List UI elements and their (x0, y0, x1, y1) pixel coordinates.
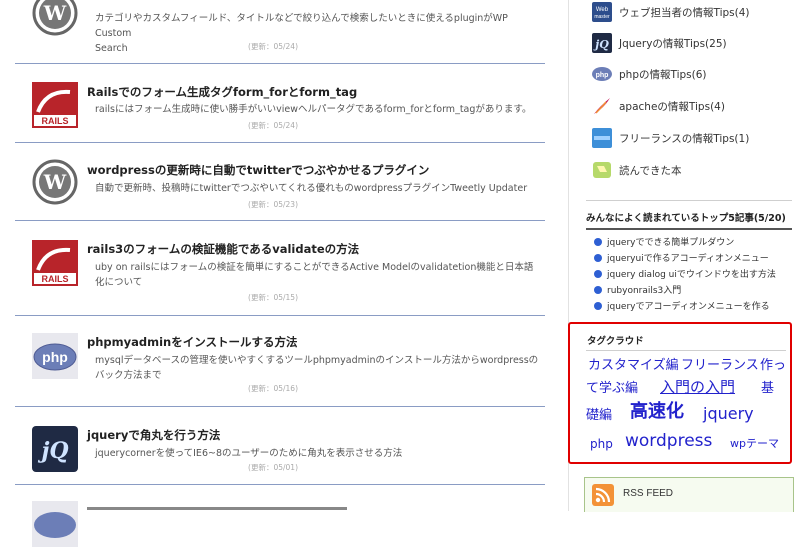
tag-link[interactable]: 高速化 (630, 403, 684, 421)
svg-text:php: php (596, 72, 609, 79)
post-date: (更新：05/15) (248, 293, 298, 302)
svg-text:RAILS: RAILS (42, 274, 69, 284)
webmaster-icon: Web master (592, 2, 612, 22)
wordpress-logo-icon[interactable]: W (32, 159, 78, 205)
php-icon: php (592, 67, 612, 81)
category-label[interactable]: 読んできた本 (619, 163, 681, 178)
bullet-icon (594, 238, 602, 246)
ranking-item[interactable]: jqueryuiで作るアコーディオンメニュー (594, 251, 769, 264)
post-separator (15, 484, 545, 485)
rss-label[interactable]: RSS FEED (623, 488, 673, 499)
ranking-title: みんなによく読まれているトップ5記事(5/20) (586, 213, 786, 224)
post-date: (更新：05/01) (248, 463, 298, 472)
post-title[interactable]: Railsでのフォーム生成タグform_forとform_tag (87, 84, 357, 100)
bullet-icon (594, 302, 602, 310)
post-description: uby on railsにはフォームの検証を簡単にすることができるActive … (95, 262, 534, 288)
tag-link[interactable]: jquery (703, 406, 754, 422)
tagcloud-title-underline (586, 350, 786, 351)
bullet-icon (594, 254, 602, 262)
svg-text:RAILS: RAILS (42, 116, 69, 126)
svg-text:master: master (594, 14, 610, 20)
ranking-item[interactable]: jqueryでアコーディオンメニューを作る (594, 299, 770, 312)
post-separator (15, 142, 545, 143)
post-list: W カテゴリやカスタムフィールド、タイトルなどで絞り込んで検索したいときに使える… (0, 0, 560, 547)
tag-link[interactable]: 入門の入門 (660, 380, 735, 395)
rss-icon (592, 484, 614, 506)
category-label[interactable]: ウェブ担当者の情報Tips(4) (619, 5, 750, 20)
php-logo-icon[interactable]: php (32, 333, 78, 379)
tag-link[interactable]: wordpress (625, 433, 712, 450)
post-separator (15, 315, 545, 316)
post-date: (更新：05/23) (248, 200, 298, 209)
post-description: 自動で更新時、投稿時にtwitterでつぶやいてくれる優れものwordpress… (95, 183, 528, 194)
php-logo-icon[interactable] (32, 501, 78, 547)
post-separator (15, 406, 545, 407)
category-label[interactable]: phpの情報Tips(6) (619, 67, 707, 82)
post-title[interactable]: phpmyadminをインストールする方法 (87, 334, 298, 350)
jquery-icon: jQ (592, 33, 612, 53)
rails-logo-icon[interactable]: RAILS (32, 82, 78, 128)
post-description: jquerycornerを使ってIE6~8のユーザーのために角丸を表示させる方法 (95, 448, 403, 459)
category-label[interactable]: apacheの情報Tips(4) (619, 99, 725, 114)
post-title[interactable]: jqueryで角丸を行う方法 (87, 427, 220, 443)
post-separator (15, 63, 545, 64)
post-title[interactable]: rails3のフォームの検証機能であるvalidateの方法 (87, 241, 359, 257)
ranking-title-underline (586, 228, 792, 230)
tag-link[interactable]: 礎編 (586, 409, 612, 422)
tag-link[interactable]: 作っ (760, 359, 786, 372)
tag-link[interactable]: カスタマイズ編 (588, 359, 679, 372)
svg-text:W: W (43, 1, 67, 25)
svg-text:W: W (43, 170, 67, 194)
bullet-icon (594, 270, 602, 278)
post-date: (更新：05/24) (248, 42, 298, 51)
tag-link[interactable]: フリーランス (681, 359, 759, 372)
ranking-item[interactable]: jqueryでできる簡単プルダウン (594, 235, 734, 248)
bullet-icon (594, 286, 602, 294)
svg-text:jQ: jQ (593, 38, 609, 51)
tag-link[interactable]: て学ぶ編 (586, 382, 638, 395)
wordpress-logo-icon[interactable]: W (32, 0, 78, 36)
post-description: カテゴリやカスタムフィールド、タイトルなどで絞り込んで検索したいときに使えるpl… (95, 13, 508, 54)
svg-text:php: php (42, 349, 68, 365)
freelance-icon (592, 128, 612, 148)
ranking-item[interactable]: jquery dialog uiでウインドウを出す方法 (594, 267, 776, 280)
svg-text:jQ: jQ (37, 438, 68, 464)
post-date: (更新：05/24) (248, 121, 298, 130)
book-icon (593, 162, 611, 178)
post-date: (更新：05/16) (248, 384, 298, 393)
post-description: mysqlデータベースの管理を使いやすくするツールphpmyadminのインスト… (95, 355, 539, 381)
tag-link[interactable]: wpテーマ (730, 438, 779, 449)
svg-text:Web: Web (596, 7, 609, 13)
rails-logo-icon[interactable]: RAILS (32, 240, 78, 286)
post-title[interactable]: wordpressの更新時に自動でtwitterでつぶやかせるプラグイン (87, 162, 429, 178)
ranking-divider-top (586, 200, 792, 201)
tag-link[interactable]: php (590, 438, 613, 450)
post-separator (15, 220, 545, 221)
apache-feather-icon (594, 98, 610, 114)
category-label[interactable]: Jqueryの情報Tips(25) (619, 36, 727, 51)
jquery-logo-icon[interactable]: jQ (32, 426, 78, 472)
post-description: railsにはフォーム生成時に使い勝手がいいviewヘルパータグであるform_… (95, 104, 532, 115)
post-title-partial (87, 505, 347, 511)
tagcloud-title: タグクラウド (587, 336, 644, 347)
tag-link[interactable]: 基 (761, 382, 774, 395)
category-label[interactable]: フリーランスの情報Tips(1) (619, 131, 749, 146)
ranking-item[interactable]: rubyonrails3入門 (594, 283, 681, 296)
rss-feed-link[interactable]: RSS FEED (584, 477, 794, 512)
